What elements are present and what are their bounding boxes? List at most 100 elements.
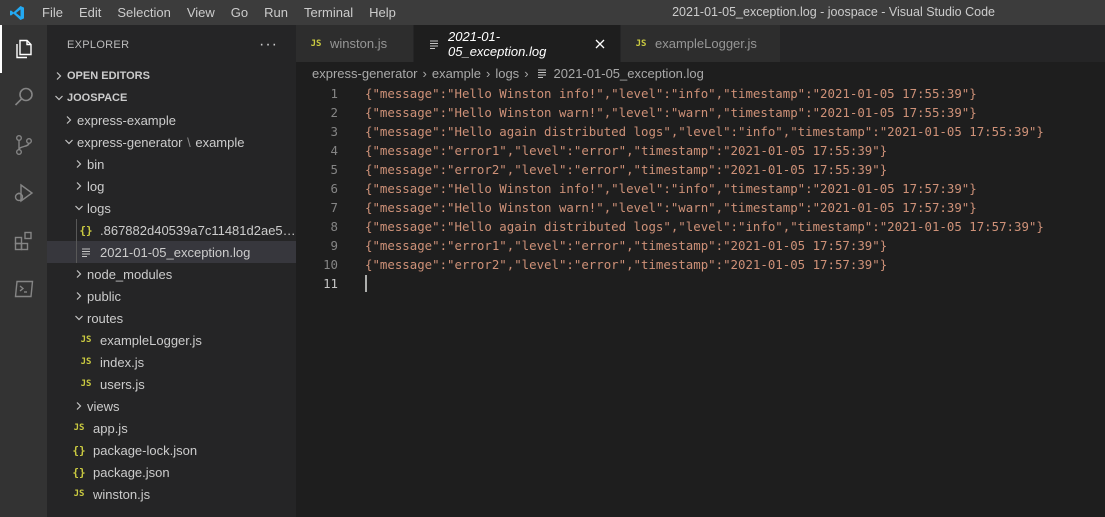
tree-label: index.js (100, 354, 145, 370)
line-number: 5 (330, 162, 338, 177)
tree-label: users.js (100, 376, 145, 392)
tab-label: exampleLogger.js (655, 36, 757, 51)
line-number: 6 (330, 181, 338, 196)
tree-file-example-logger[interactable]: JS exampleLogger.js (47, 329, 296, 351)
menu-go[interactable]: Go (223, 0, 256, 25)
tree-file-hash-json[interactable]: {} .867882d40539a7c11481d2ae58f... (47, 219, 296, 241)
tree-folder-bin[interactable]: bin (47, 153, 296, 175)
tab-label: 2021-01-05_exception.log (448, 28, 547, 59)
chevron-down-icon (61, 131, 77, 153)
code-line: 1 {"message":"Hello Winston info!","leve… (296, 84, 1105, 103)
tree-label: logs (87, 200, 111, 216)
code-text: {"message":"Hello Winston warn!","level"… (365, 200, 977, 215)
code-text: {"message":"Hello again distributed logs… (365, 219, 1044, 234)
log-file-icon (78, 246, 94, 258)
tree-label: 2021-01-05_exception.log (100, 244, 251, 260)
tab-example-logger[interactable]: JS exampleLogger.js (621, 25, 781, 62)
log-file-icon (534, 67, 550, 79)
code-line: 3 {"message":"Hello again distributed lo… (296, 122, 1105, 141)
tree-folder-public[interactable]: public (47, 285, 296, 307)
tree-folder-views[interactable]: views (47, 395, 296, 417)
search-icon[interactable] (0, 73, 47, 121)
chevron-right-icon (71, 263, 87, 285)
menu-help[interactable]: Help (361, 0, 404, 25)
menu-run[interactable]: Run (256, 0, 296, 25)
breadcrumb-item[interactable]: express-generator (312, 66, 418, 81)
code-text: {"message":"error1","level":"error","tim… (365, 238, 888, 253)
run-debug-icon[interactable] (0, 169, 47, 217)
tree-file-app-js[interactable]: JS app.js (47, 417, 296, 439)
menu-selection[interactable]: Selection (109, 0, 178, 25)
code-text: {"message":"Hello Winston info!","level"… (365, 181, 977, 196)
menu-file[interactable]: File (34, 0, 71, 25)
tree-label: exampleLogger.js (100, 332, 202, 348)
breadcrumb-item[interactable]: 2021-01-05_exception.log (554, 66, 704, 81)
chevron-down-icon (51, 87, 67, 109)
extensions-icon[interactable] (0, 217, 47, 265)
chevron-right-icon (51, 65, 67, 87)
code-text: {"message":"Hello Winston warn!","level"… (365, 105, 977, 120)
close-icon[interactable] (592, 35, 608, 53)
tree-file-exception-log[interactable]: 2021-01-05_exception.log (47, 241, 296, 263)
code-line: 2 {"message":"Hello Winston warn!","leve… (296, 103, 1105, 122)
json-file-icon: {} (72, 443, 86, 457)
json-file-icon: {} (72, 465, 86, 479)
open-editors-section[interactable]: OPEN EDITORS (47, 65, 296, 87)
tab-winston-js[interactable]: JS winston.js (296, 25, 414, 62)
tree-label: public (87, 288, 121, 304)
editor-tabs: JS winston.js 2021-01-05_exception.log J… (296, 25, 1105, 62)
menu-terminal[interactable]: Terminal (296, 0, 361, 25)
code-editor[interactable]: 1 {"message":"Hello Winston info!","leve… (296, 84, 1105, 517)
source-control-icon[interactable] (0, 121, 47, 169)
tree-folder-node-modules[interactable]: node_modules (47, 263, 296, 285)
tree-folder-routes[interactable]: routes (47, 307, 296, 329)
javascript-file-icon: JS (80, 379, 92, 389)
tree-folder-express-example[interactable]: express-example (47, 109, 296, 131)
breadcrumb: express-generator › example › logs › 202… (296, 62, 1105, 84)
tab-exception-log[interactable]: 2021-01-05_exception.log (414, 25, 621, 62)
code-text: {"message":"Hello again distributed logs… (365, 124, 1044, 139)
code-text: {"message":"Hello Winston info!","level"… (365, 86, 977, 101)
code-line: 6 {"message":"Hello Winston info!","leve… (296, 179, 1105, 198)
line-number: 8 (330, 219, 338, 234)
menu-view[interactable]: View (179, 0, 223, 25)
tree-file-users-js[interactable]: JS users.js (47, 373, 296, 395)
tree-folder-log[interactable]: log (47, 175, 296, 197)
vscode-logo-icon (0, 0, 34, 25)
chevron-right-icon (71, 175, 87, 197)
chevron-right-icon: › (485, 65, 491, 81)
code-text: {"message":"error2","level":"error","tim… (365, 162, 888, 177)
tree-label: winston.js (93, 486, 151, 502)
activity-bar (0, 25, 47, 517)
menu-edit[interactable]: Edit (71, 0, 109, 25)
workspace-section[interactable]: JOOSPACE (47, 87, 296, 109)
tree-label: package.json (93, 464, 170, 480)
tree-file-index-js[interactable]: JS index.js (47, 351, 296, 373)
line-number: 11 (323, 276, 338, 291)
tree-file-package-lock[interactable]: {} package-lock.json (47, 439, 296, 461)
chevron-right-icon (61, 109, 77, 131)
tree-file-winston-js[interactable]: JS winston.js (47, 483, 296, 505)
breadcrumb-item[interactable]: example (432, 66, 481, 81)
tree-label: .867882d40539a7c11481d2ae58f... (100, 222, 296, 238)
workspace-label: JOOSPACE (67, 92, 128, 104)
line-number: 2 (330, 105, 338, 120)
tree-label: log (87, 178, 105, 194)
code-line: 8 {"message":"Hello again distributed lo… (296, 217, 1105, 236)
remote-explorer-icon[interactable] (0, 265, 47, 313)
line-number: 9 (330, 238, 338, 253)
explorer-sidebar: EXPLORER ··· OPEN EDITORS JOOSPACE expre… (47, 25, 296, 517)
more-actions-icon[interactable]: ··· (259, 36, 278, 54)
tree-folder-express-generator[interactable]: express-generator \ example (47, 131, 296, 153)
tree-folder-logs[interactable]: logs (47, 197, 296, 219)
tree-label: app.js (93, 420, 128, 436)
explorer-icon[interactable] (0, 25, 47, 73)
chevron-right-icon: › (422, 65, 427, 81)
breadcrumb-item[interactable]: logs (495, 66, 519, 81)
code-line: 9 {"message":"error1","level":"error","t… (296, 236, 1105, 255)
title-bar: File Edit Selection View Go Run Terminal… (0, 0, 1105, 25)
tree-file-package-json[interactable]: {} package.json (47, 461, 296, 483)
menu-bar: File Edit Selection View Go Run Terminal… (34, 0, 404, 25)
sidebar-header: EXPLORER ··· (47, 25, 296, 65)
chevron-down-icon (71, 197, 87, 219)
